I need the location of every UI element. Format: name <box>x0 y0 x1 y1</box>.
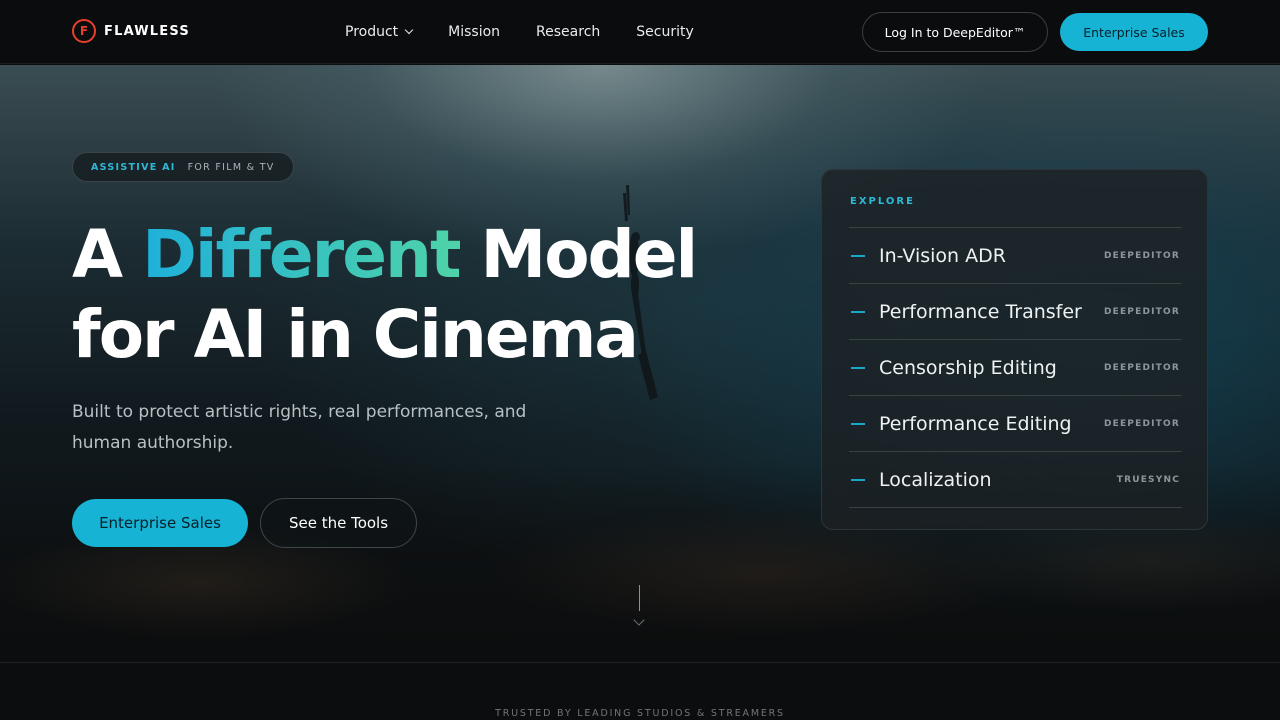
category-badge: ASSISTIVE AI FOR FILM & TV <box>72 152 294 182</box>
hero-subtext: Built to protect artistic rights, real p… <box>72 402 527 453</box>
chevron-down-icon <box>404 25 414 35</box>
hero-section: ASSISTIVE AI FOR FILM & TV A Different M… <box>0 65 1280 662</box>
explore-item-tag: TRUESYNC <box>1116 474 1180 485</box>
explore-item-label: Localization <box>879 468 992 491</box>
explore-list: In-Vision ADR DEEPEDITOR Performance Tra… <box>849 227 1182 508</box>
explore-title: EXPLORE <box>850 196 915 207</box>
nav-item-label: Mission <box>448 24 501 40</box>
nav-item-mission[interactable]: Mission <box>448 24 500 40</box>
nav-item-label: Product <box>345 24 399 40</box>
nav-item-label: Research <box>536 24 601 40</box>
headline-line-1: A Different Model <box>72 215 699 295</box>
enterprise-sales-nav-button[interactable]: Enterprise Sales <box>1060 13 1208 51</box>
explore-item-performance-editing[interactable]: Performance Editing DEEPEDITOR <box>849 396 1182 452</box>
headline-accent: Different <box>142 216 461 293</box>
explore-item-tag: DEEPEDITOR <box>1103 362 1180 373</box>
explore-item-in-vision-adr[interactable]: In-Vision ADR DEEPEDITOR <box>849 228 1182 284</box>
headline-post: Model <box>480 216 699 293</box>
hero-headline: A Different Model for AI in Cinema <box>72 215 699 375</box>
dash-icon <box>851 310 865 313</box>
nav-item-security[interactable]: Security <box>636 24 694 40</box>
dash-icon <box>851 254 865 257</box>
flawless-logo-icon: F <box>72 19 96 43</box>
explore-item-tag: DEEPEDITOR <box>1103 250 1180 261</box>
badge-primary-text: ASSISTIVE AI <box>91 161 176 173</box>
brand-name: FLAWLESS <box>104 23 190 39</box>
dash-icon <box>851 422 865 425</box>
dash-icon <box>851 478 865 481</box>
main-nav: Product Mission Research Security <box>345 0 694 64</box>
headline-pre: A <box>72 216 123 293</box>
explore-item-tag: DEEPEDITOR <box>1103 306 1180 317</box>
dash-icon <box>851 366 865 369</box>
enterprise-sales-button[interactable]: Enterprise Sales <box>72 499 248 547</box>
scroll-indicator-line <box>639 585 640 611</box>
explore-item-tag: DEEPEDITOR <box>1103 418 1180 429</box>
explore-item-localization[interactable]: Localization TRUESYNC <box>849 452 1182 508</box>
nav-item-product[interactable]: Product <box>345 24 414 40</box>
nav-item-research[interactable]: Research <box>536 24 600 40</box>
see-the-tools-button[interactable]: See the Tools <box>260 498 417 548</box>
explore-item-label: In-Vision ADR <box>879 244 1006 267</box>
explore-item-label: Censorship Editing <box>879 356 1057 379</box>
explore-item-label: Performance Transfer <box>879 300 1082 323</box>
brand-logo[interactable]: F FLAWLESS <box>72 19 190 43</box>
badge-secondary-text: FOR FILM & TV <box>187 161 275 173</box>
explore-item-label: Performance Editing <box>879 412 1072 435</box>
top-navigation-bar: F FLAWLESS Product Mission Research Secu… <box>0 0 1280 64</box>
nav-item-label: Security <box>636 24 694 40</box>
explore-item-performance-transfer[interactable]: Performance Transfer DEEPEDITOR <box>849 284 1182 340</box>
headline-line-2: for AI in Cinema <box>72 296 639 373</box>
trusted-by-text: TRUSTED BY LEADING STUDIOS & STREAMERS <box>495 708 785 719</box>
explore-panel: EXPLORE In-Vision ADR DEEPEDITOR Perform… <box>821 169 1208 530</box>
explore-item-censorship-editing[interactable]: Censorship Editing DEEPEDITOR <box>849 340 1182 396</box>
login-deepeditor-button[interactable]: Log In to DeepEditor™ <box>862 12 1048 52</box>
